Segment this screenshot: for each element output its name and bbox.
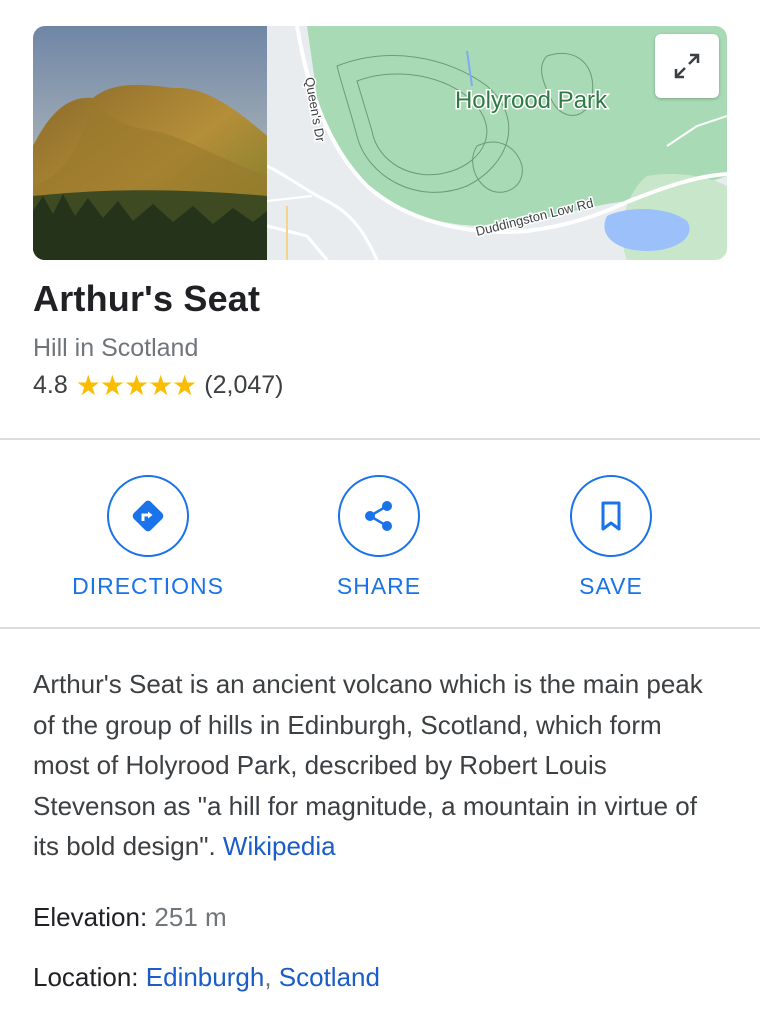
description: Arthur's Seat is an ancient volcano whic… (33, 664, 723, 867)
place-media: Holyrood Park Queen's Dr Duddingston Low… (33, 26, 727, 260)
bookmark-icon (601, 501, 621, 531)
place-photo[interactable] (33, 26, 267, 260)
directions-icon-circle (107, 475, 189, 557)
share-icon-circle (338, 475, 420, 557)
rating-row[interactable]: 4.8 ★★★★★ (2,047) (33, 371, 284, 400)
directions-button[interactable]: DIRECTIONS (33, 475, 263, 600)
location-city-link[interactable]: Edinburgh (146, 962, 265, 992)
location-country-link[interactable]: Scotland (279, 962, 380, 992)
star-rating-icon: ★★★★★ (75, 369, 198, 401)
save-button[interactable]: SAVE (496, 475, 726, 600)
wikipedia-link[interactable]: Wikipedia (223, 831, 336, 861)
divider (0, 438, 760, 440)
elevation-value: 251 m (154, 902, 227, 932)
review-count: (2,047) (204, 371, 284, 399)
elevation-row: Elevation: 251 m (33, 902, 227, 933)
directions-icon (132, 500, 164, 532)
rating-value: 4.8 (33, 371, 68, 399)
place-title: Arthur's Seat (33, 278, 261, 319)
share-icon (365, 501, 392, 531)
expand-map-button[interactable] (655, 34, 719, 98)
share-button[interactable]: SHARE (264, 475, 494, 600)
save-icon-circle (570, 475, 652, 557)
description-text: Arthur's Seat is an ancient volcano whic… (33, 669, 703, 861)
divider (0, 627, 760, 629)
elevation-label: Elevation: (33, 902, 148, 932)
location-row: Location: Edinburgh, Scotland (33, 962, 380, 993)
map-label-park: Holyrood Park (455, 87, 608, 114)
directions-label: DIRECTIONS (72, 573, 224, 599)
share-label: SHARE (336, 573, 422, 599)
expand-icon (674, 53, 700, 79)
place-subtitle: Hill in Scotland (33, 334, 199, 362)
location-label: Location: (33, 962, 139, 992)
save-label: SAVE (579, 573, 643, 599)
location-separator: , (264, 962, 279, 992)
